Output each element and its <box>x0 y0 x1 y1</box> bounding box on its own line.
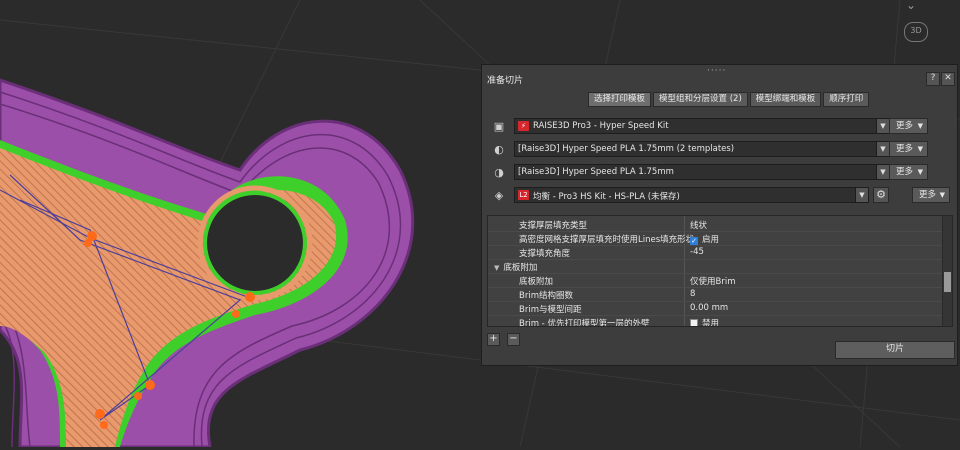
chevron-down-icon: ▼ <box>876 165 889 179</box>
collapse-triangle-icon[interactable]: ▼ <box>494 264 499 272</box>
setting-row[interactable]: Brim与模型间距 0.00 mm <box>488 302 944 316</box>
help-button[interactable]: ? <box>926 72 940 86</box>
prepare-slice-dialog: ····· 准备切片 ? ✕ 选择打印模板 模型组和分层设置 (2) 模型绑端和… <box>481 64 958 366</box>
gear-icon[interactable]: ⚙ <box>873 187 889 203</box>
more-label: 更多 <box>896 167 914 177</box>
filament-left-row: ◐ [Raise3D] Hyper Speed PLA 1.75mm (2 te… <box>492 141 952 159</box>
filament-right-select[interactable]: [Raise3D] Hyper Speed PLA 1.75mm ▼ <box>514 164 890 180</box>
filament-right-more-button[interactable]: 更多 ▼ <box>889 164 928 180</box>
layers-icon: ◈ <box>494 189 504 202</box>
setting-name: 支撑填充角度 <box>519 249 571 259</box>
more-label: 更多 <box>896 144 914 154</box>
setting-row[interactable]: Brim - 优先打印模型第一层的外壁 禁用 <box>488 316 944 327</box>
filament-left-select[interactable]: [Raise3D] Hyper Speed PLA 1.75mm (2 temp… <box>514 141 890 157</box>
dropdown-arrow-icon: ▼ <box>917 145 923 153</box>
dialog-title: 准备切片 <box>487 76 524 86</box>
setting-value: 禁用 <box>702 319 720 327</box>
setting-name: Brim - 优先打印模型第一层的外壁 <box>519 319 650 327</box>
setting-row[interactable]: Brim结构圈数 8 <box>488 288 944 302</box>
settings-table[interactable]: 支撑厚层填充类型 线状 高密度网格支撑厚层填充时使用Lines填充形状 ✓ 启用 … <box>487 215 953 327</box>
profile-more-button[interactable]: 更多 ▼ <box>912 187 950 203</box>
slice-button[interactable]: 切片 <box>835 341 955 359</box>
category-name: 底板附加 <box>503 263 538 273</box>
chevron-down-icon: ▼ <box>876 142 889 156</box>
hyper-speed-icon: ⚡ <box>518 121 529 131</box>
profile-select[interactable]: L2 均衡 - Pro3 HS Kit - HS-PLA (未保存) ▼ <box>514 187 869 203</box>
tab-sequential-print[interactable]: 顺序打印 <box>823 92 870 107</box>
printer-select-value: RAISE3D Pro3 - Hyper Speed Kit <box>533 121 669 131</box>
chevron-down-icon: ▼ <box>855 188 868 202</box>
view-mode-label: 3D <box>910 26 922 35</box>
setting-row[interactable]: 支撑填充角度 -45 <box>488 246 944 260</box>
profile-select-value: 均衡 - Pro3 HS Kit - HS-PLA (未保存) <box>533 192 680 202</box>
printer-select[interactable]: ⚡ RAISE3D Pro3 - Hyper Speed Kit ▼ <box>514 118 890 134</box>
printer-row: ▣ ⚡ RAISE3D Pro3 - Hyper Speed Kit ▼ 更多 ▼ <box>492 118 952 136</box>
scrollbar-thumb[interactable] <box>944 272 951 292</box>
setting-name: Brim结构圈数 <box>519 291 573 301</box>
remove-setting-button[interactable]: − <box>507 333 520 346</box>
setting-value: 启用 <box>702 235 720 245</box>
filament-left-icon: ◐ <box>494 143 504 156</box>
printer-more-button[interactable]: 更多 ▼ <box>889 118 928 134</box>
profile-row: ◈ L2 均衡 - Pro3 HS Kit - HS-PLA (未保存) ▼ ⚙… <box>492 187 952 205</box>
setting-checkbox-field[interactable]: 禁用 <box>690 317 720 327</box>
setting-checkbox-field[interactable]: ✓ 启用 <box>690 233 719 245</box>
filament-left-value: [Raise3D] Hyper Speed PLA 1.75mm (2 temp… <box>518 144 735 154</box>
more-label: 更多 <box>919 190 937 200</box>
setting-value[interactable]: -45 <box>690 247 704 257</box>
tab-bar: 选择打印模板 模型组和分层设置 (2) 模型绑端和模板 顺序打印 <box>588 92 870 107</box>
setting-value[interactable]: 线状 <box>690 219 707 231</box>
add-setting-button[interactable]: + <box>487 333 500 346</box>
dropdown-arrow-icon: ▼ <box>917 122 923 130</box>
checkbox-unchecked-icon[interactable] <box>690 319 698 326</box>
tab-model-group-layer[interactable]: 模型组和分层设置 (2) <box>653 92 748 107</box>
view-mode-3d-icon[interactable]: 3D <box>904 22 928 42</box>
filament-right-row: ◑ [Raise3D] Hyper Speed PLA 1.75mm ▼ 更多 ▼ <box>492 164 952 182</box>
dialog-titlebar[interactable]: 准备切片 ? ✕ <box>482 71 957 87</box>
dropdown-arrow-icon: ▼ <box>939 191 945 199</box>
filament-left-more-button[interactable]: 更多 ▼ <box>889 141 928 157</box>
l2-badge-icon: L2 <box>518 190 529 200</box>
chevron-down-icon[interactable]: ⌄ <box>906 0 916 12</box>
setting-row[interactable]: 底板附加 仅使用Brim <box>488 274 944 288</box>
checkbox-checked-icon[interactable]: ✓ <box>690 237 698 245</box>
setting-value[interactable]: 8 <box>690 289 695 299</box>
dropdown-arrow-icon: ▼ <box>917 168 923 176</box>
setting-value[interactable]: 仅使用Brim <box>690 275 735 287</box>
chevron-down-icon: ▼ <box>876 119 889 133</box>
printer-icon: ▣ <box>493 120 505 133</box>
setting-name: 高密度网格支撑厚层填充时使用Lines填充形状 <box>519 235 695 245</box>
close-button[interactable]: ✕ <box>941 72 955 86</box>
more-label: 更多 <box>896 121 914 131</box>
model-hole <box>203 191 307 295</box>
setting-name: 支撑厚层填充类型 <box>519 221 588 231</box>
tab-select-template[interactable]: 选择打印模板 <box>588 92 652 107</box>
setting-row[interactable]: 支撑厚层填充类型 线状 <box>488 218 944 232</box>
settings-scrollbar[interactable] <box>942 216 952 326</box>
setting-category[interactable]: ▼ 底板附加 <box>488 260 944 274</box>
setting-name: 底板附加 <box>519 277 554 287</box>
setting-value[interactable]: 0.00 mm <box>690 303 728 313</box>
filament-right-icon: ◑ <box>494 166 504 179</box>
setting-name: Brim与模型间距 <box>519 305 582 315</box>
tab-model-binding-template[interactable]: 模型绑端和模板 <box>749 92 822 107</box>
filament-right-value: [Raise3D] Hyper Speed PLA 1.75mm <box>518 167 674 177</box>
setting-row[interactable]: 高密度网格支撑厚层填充时使用Lines填充形状 ✓ 启用 <box>488 232 944 246</box>
